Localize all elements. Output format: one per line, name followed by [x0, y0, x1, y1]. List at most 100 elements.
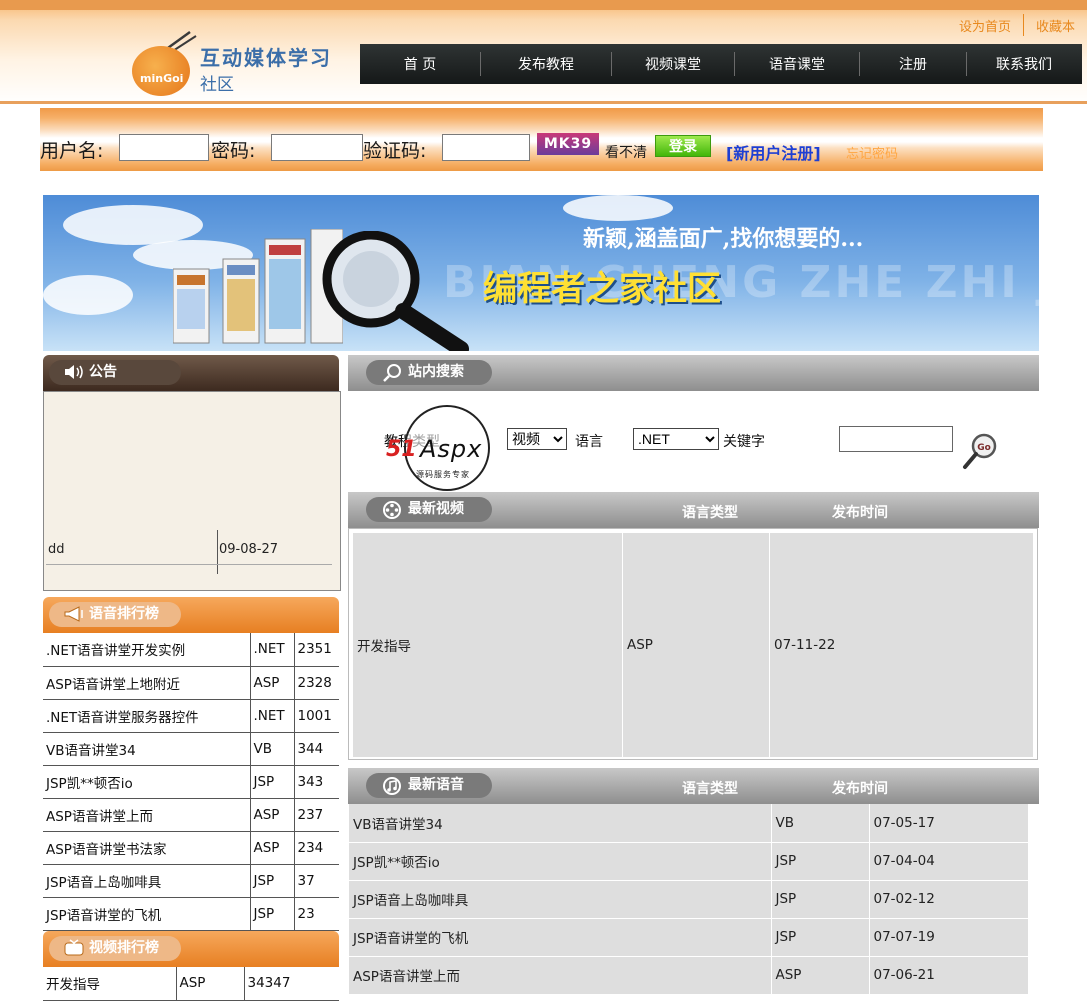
notice-panel-header: 公告: [43, 355, 339, 391]
audio-title[interactable]: JSP语音讲堂的飞机: [349, 918, 772, 957]
audio-date: 07-07-19: [869, 918, 1029, 957]
table-row: ASP语音讲堂上而 ASP 07-06-21: [349, 956, 1029, 995]
nav-contact[interactable]: 联系我们: [967, 54, 1081, 74]
nav-voice-class[interactable]: 语音课堂: [735, 54, 859, 74]
voice-rank-header: 语音排行榜: [43, 597, 339, 633]
captcha-input[interactable]: [442, 134, 530, 161]
keyword-input[interactable]: [839, 426, 953, 452]
username-input[interactable]: [119, 134, 209, 161]
notice-item-title[interactable]: dd: [48, 542, 65, 557]
rank-item-lang: .NET: [250, 633, 295, 667]
voice-rank-tab: 语音排行榜: [49, 602, 181, 627]
go-label: Go: [977, 443, 991, 453]
col-language-type: 语言类型: [682, 781, 738, 797]
nav-home[interactable]: 首 页: [360, 54, 480, 74]
rank-item-count: 2351: [294, 633, 339, 667]
video-title[interactable]: 开发指导: [352, 532, 623, 758]
col-publish-time: 发布时间: [832, 505, 888, 521]
nav-publish-tutorial[interactable]: 发布教程: [481, 54, 611, 74]
nav-register[interactable]: 注册: [860, 54, 966, 74]
site-search-header: 站内搜索: [348, 355, 1039, 391]
forgot-password-link[interactable]: 忘记密码: [846, 143, 898, 162]
refresh-captcha-link[interactable]: 看不清: [605, 142, 647, 162]
language-select[interactable]: .NET: [633, 428, 719, 450]
login-button[interactable]: 登录: [655, 135, 711, 157]
audio-lang: ASP: [771, 956, 870, 995]
login-bar: 用户名: 密码: 验证码: MK39 看不清 登录 [新用户注册] 忘记密码: [40, 108, 1043, 171]
search-form: 教程类型 51 Aspx 源码服务专家 视频 语言 .NET 关键字 Go: [348, 391, 1039, 491]
rank-item-lang: VB: [250, 732, 295, 766]
rank-item-title[interactable]: .NET语音讲堂开发实例: [43, 633, 251, 667]
bookmark-link[interactable]: 收藏本: [1024, 16, 1087, 35]
notice-item-date: 09-08-27: [219, 542, 279, 557]
set-homepage-link[interactable]: 设为首页: [947, 16, 1023, 35]
table-row: .NET语音讲堂开发实例 .NET 2351: [43, 633, 339, 667]
rank-item-title[interactable]: ASP语音讲堂书法家: [43, 831, 251, 865]
table-row: JSP语音上岛咖啡具 JSP 37: [43, 864, 339, 898]
logo-title: 互动媒体学习: [200, 46, 332, 70]
voice-rank-title: 语音排行榜: [89, 606, 159, 622]
table-row: JSP凯**顿否io JSP 343: [43, 765, 339, 799]
watermark-number: 51: [386, 437, 417, 462]
rank-item-title[interactable]: JSP语音讲堂的飞机: [43, 897, 251, 931]
audio-title[interactable]: ASP语音讲堂上而: [349, 956, 772, 995]
audio-lang: JSP: [771, 918, 870, 957]
site-logo[interactable]: minGoi 互动媒体学习 社区: [128, 28, 343, 98]
audio-lang: JSP: [771, 842, 870, 881]
megaphone-icon: [64, 606, 83, 622]
table-row: 开发指导 ASP 07-11-22: [352, 532, 1034, 758]
watermark-tagline: 源码服务专家: [416, 470, 470, 479]
audio-lang: JSP: [771, 880, 870, 919]
audio-title[interactable]: JSP凯**顿否io: [349, 842, 772, 881]
aspx-watermark: 51 Aspx 源码服务专家: [386, 405, 506, 495]
rank-item-count: 23: [294, 897, 339, 931]
audio-lang: VB: [771, 804, 870, 843]
audio-date: 07-06-21: [869, 956, 1029, 995]
main-nav: 首 页 发布教程 视频课堂 语音课堂 注册 联系我们: [360, 44, 1082, 84]
audio-title[interactable]: JSP语音上岛咖啡具: [349, 880, 772, 919]
tutorial-type-select[interactable]: 视频: [507, 428, 567, 450]
table-row: VB语音讲堂34 VB 07-05-17: [349, 804, 1029, 843]
register-link[interactable]: [新用户注册]: [726, 140, 821, 164]
rank-item-lang: JSP: [250, 897, 295, 931]
audio-title[interactable]: VB语音讲堂34: [349, 804, 772, 843]
rank-item-title[interactable]: ASP语音讲堂上而: [43, 798, 251, 832]
rank-item-title[interactable]: .NET语音讲堂服务器控件: [43, 699, 251, 733]
speaker-icon: [65, 365, 83, 379]
rank-item-lang: ASP: [250, 831, 295, 865]
banner-title: 编程者之家社区: [483, 269, 721, 309]
voice-rank-table: .NET语音讲堂开发实例 .NET 2351 ASP语音讲堂上地附近 ASP 2328 …: [43, 633, 339, 931]
nav-video-class[interactable]: 视频课堂: [612, 54, 734, 74]
table-row: ASP语音讲堂上地附近 ASP 2328: [43, 666, 339, 700]
search-go-icon[interactable]: Go: [960, 431, 1000, 471]
rank-item-title[interactable]: JSP凯**顿否io: [43, 765, 251, 799]
rank-item-count: 34347: [244, 967, 339, 1001]
notice-list: dd 09-08-27: [43, 391, 341, 591]
table-row: JSP语音上岛咖啡具 JSP 07-02-12: [349, 880, 1029, 919]
hero-banner: BIAN CHENG ZHE ZHI JI 新颖,涵盖面广,找你想要的... 编…: [43, 195, 1039, 351]
latest-audio-header: 最新语音 语言类型 发布时间: [348, 768, 1039, 804]
magnifier-icon: [322, 231, 469, 351]
rank-item-title[interactable]: ASP语音讲堂上地附近: [43, 666, 251, 700]
table-row: 开发指导 ASP 34347: [43, 967, 339, 1001]
logo-brand: minGoi: [140, 72, 184, 85]
table-row: ASP语音讲堂上而 ASP 237: [43, 798, 339, 832]
username-label: 用户名:: [40, 140, 104, 162]
table-row: JSP语音讲堂的飞机 JSP 07-07-19: [349, 918, 1029, 957]
rank-item-lang: .NET: [250, 699, 295, 733]
table-row: ASP语音讲堂书法家 ASP 234: [43, 831, 339, 865]
video-date: 07-11-22: [769, 532, 1034, 758]
password-input[interactable]: [271, 134, 363, 161]
captcha-image[interactable]: MK39: [537, 133, 599, 155]
rank-item-lang: JSP: [250, 864, 295, 898]
logo-subtitle: 社区: [200, 75, 234, 95]
notice-divider: [217, 530, 218, 574]
audio-date: 07-02-12: [869, 880, 1029, 919]
video-lang: ASP: [622, 532, 770, 758]
rank-item-title[interactable]: 开发指导: [43, 967, 177, 1001]
audio-date: 07-04-04: [869, 842, 1029, 881]
rank-item-title[interactable]: VB语音讲堂34: [43, 732, 251, 766]
col-language-type: 语言类型: [682, 505, 738, 521]
rank-item-title[interactable]: JSP语音上岛咖啡具: [43, 864, 251, 898]
latest-audio-title: 最新语音: [408, 777, 464, 793]
